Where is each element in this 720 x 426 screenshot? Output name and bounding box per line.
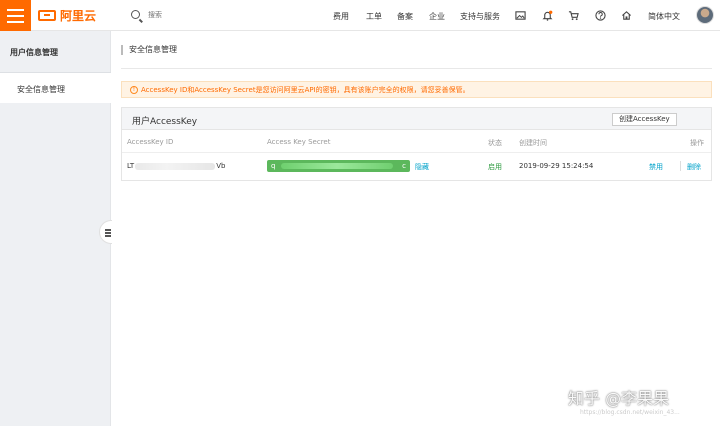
- image-icon[interactable]: [515, 10, 526, 21]
- created-time: 2019-09-29 15:24:54: [519, 162, 594, 170]
- accesskey-secret: q c: [267, 160, 410, 172]
- hide-secret-link[interactable]: 隐藏: [415, 162, 429, 172]
- accesskey-id: LT Vb: [127, 162, 225, 170]
- nav-tickets[interactable]: 工单: [366, 11, 382, 22]
- top-bar: 阿里云 费用 工单 备案 企业 支持与服务 简体中文: [0, 0, 720, 31]
- sidebar-title: 用户信息管理: [0, 31, 111, 73]
- accesskey-id-suffix: Vb: [216, 162, 226, 170]
- user-avatar[interactable]: [696, 6, 714, 24]
- page-title: 安全信息管理: [121, 45, 177, 55]
- nav-support[interactable]: 支持与服务: [460, 11, 500, 22]
- nav-fees[interactable]: 费用: [333, 11, 349, 22]
- secret-prefix: q: [271, 162, 276, 170]
- nav-filing[interactable]: 备案: [397, 11, 413, 22]
- action-separator: [680, 161, 681, 171]
- cart-icon[interactable]: [568, 10, 579, 21]
- column-header-key-secret: Access Key Secret: [267, 138, 331, 146]
- hamburger-menu-icon[interactable]: [0, 0, 31, 31]
- column-header-key-id: AccessKey ID: [127, 138, 174, 146]
- language-switch[interactable]: 简体中文: [648, 11, 680, 22]
- title-divider: [121, 68, 712, 69]
- secret-suffix: c: [402, 162, 406, 170]
- sidebar: 用户信息管理 安全信息管理: [0, 31, 111, 426]
- redacted-blur: [281, 163, 393, 169]
- aliyun-logo[interactable]: 阿里云: [38, 8, 96, 23]
- search-input[interactable]: [148, 10, 228, 19]
- column-header-created: 创建时间: [519, 139, 547, 147]
- aliyun-logo-icon: [38, 10, 56, 21]
- bell-icon[interactable]: [542, 10, 553, 21]
- column-header-actions: 操作: [690, 139, 704, 147]
- redacted-blur: [135, 162, 216, 170]
- sidebar-item-security-info[interactable]: 安全信息管理: [0, 73, 111, 103]
- panel-header: 用户AccessKey 创建AccessKey: [122, 108, 711, 130]
- create-accesskey-button[interactable]: 创建AccessKey: [612, 113, 677, 126]
- column-header-status: 状态: [488, 139, 502, 147]
- search-icon[interactable]: [131, 10, 140, 19]
- accesskey-panel: 用户AccessKey 创建AccessKey AccessKey ID Acc…: [121, 107, 712, 181]
- panel-title: 用户AccessKey: [132, 117, 198, 127]
- nav-enterprise[interactable]: 企业: [429, 11, 445, 22]
- delete-link[interactable]: 删除: [687, 162, 701, 172]
- warning-text: AccessKey ID和AccessKey Secret是您访问阿里云API的…: [141, 85, 470, 94]
- help-icon[interactable]: [595, 10, 606, 21]
- table-divider: [122, 152, 711, 153]
- logo-text: 阿里云: [60, 9, 97, 23]
- search-box[interactable]: [131, 10, 228, 19]
- warning-banner: ! AccessKey ID和AccessKey Secret是您访问阿里云AP…: [121, 81, 712, 98]
- watermark-text: 知乎 @李果果: [568, 389, 670, 408]
- watermark-url: https://blog.csdn.net/weixin_43...: [580, 409, 680, 416]
- status-badge: 启用: [488, 163, 502, 171]
- disable-link[interactable]: 禁用: [649, 162, 663, 172]
- warning-icon: !: [130, 85, 138, 94]
- home-icon[interactable]: [621, 10, 632, 21]
- accesskey-id-prefix: LT: [127, 162, 135, 170]
